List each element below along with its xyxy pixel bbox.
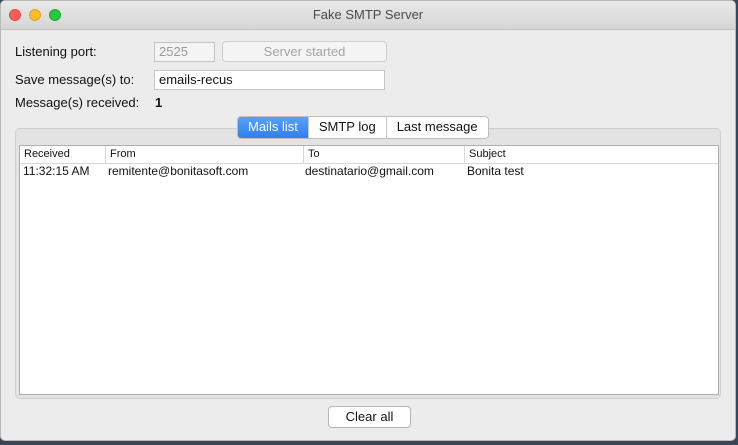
table-header: Received From To Subject <box>20 146 718 164</box>
title-bar: Fake SMTP Server <box>1 1 735 30</box>
save-to-label: Save message(s) to: <box>15 72 135 87</box>
clear-all-button[interactable]: Clear all <box>328 406 411 428</box>
column-header-received[interactable]: Received <box>20 146 106 163</box>
port-label: Listening port: <box>15 44 97 59</box>
table-row[interactable]: 11:32:15 AM remitente@bonitasoft.com des… <box>20 163 718 180</box>
window-title: Fake SMTP Server <box>312 7 424 22</box>
mails-table[interactable]: Received From To Subject 11:32:15 AM rem… <box>19 145 719 395</box>
cell-received: 11:32:15 AM <box>23 164 90 178</box>
column-header-subject[interactable]: Subject <box>465 146 718 163</box>
tab-bar: Mails list SMTP log Last message <box>237 116 489 139</box>
app-window: Fake SMTP Server Listening port: 2525 Se… <box>0 0 736 441</box>
received-label: Message(s) received: <box>15 95 140 110</box>
column-header-to[interactable]: To <box>304 146 465 163</box>
received-count: 1 <box>155 95 163 110</box>
tab-smtp-log[interactable]: SMTP log <box>307 117 386 138</box>
port-input[interactable]: 2525 <box>154 42 215 62</box>
cell-subject: Bonita test <box>467 164 524 178</box>
server-started-button[interactable]: Server started <box>222 41 387 62</box>
column-header-from[interactable]: From <box>106 146 304 163</box>
tab-mails-list[interactable]: Mails list <box>238 117 308 138</box>
save-to-input[interactable]: emails-recus <box>154 70 385 90</box>
cell-to: destinatario@gmail.com <box>305 164 434 178</box>
tab-last-message[interactable]: Last message <box>385 117 488 138</box>
cell-from: remitente@bonitasoft.com <box>108 164 249 178</box>
